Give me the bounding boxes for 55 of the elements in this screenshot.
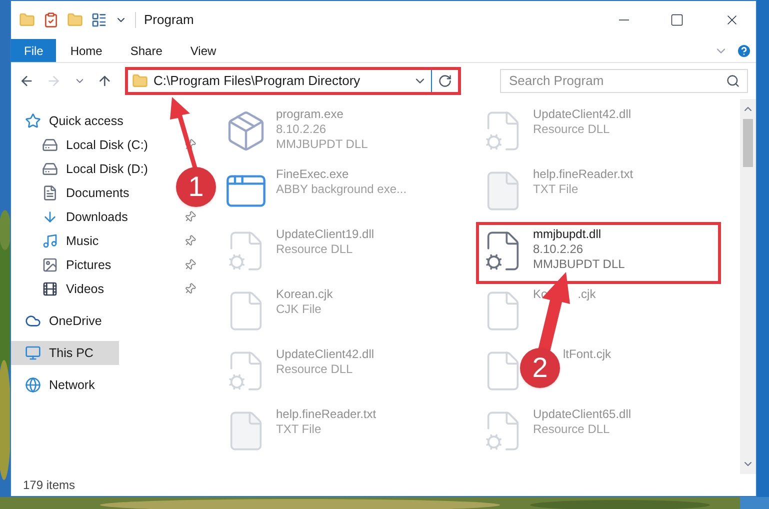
nav-item[interactable]: Quick access — [11, 109, 132, 133]
network-icon — [25, 377, 41, 393]
file-detail: TXT File — [276, 422, 322, 437]
file-detail: CJK File — [276, 302, 322, 317]
monitor-icon — [25, 345, 41, 361]
file-detail: Resource DLL — [276, 362, 354, 377]
file-detail: Resource DLL — [533, 422, 611, 437]
nav-item[interactable]: Downloads — [11, 205, 136, 229]
file-item[interactable]: mmjbupdt.dll 8.10.2.26 MMJBUPDT DLL — [477, 223, 720, 283]
nav-item[interactable]: This PC — [11, 341, 118, 365]
properties-icon[interactable] — [43, 12, 59, 28]
folder-icon — [132, 73, 148, 89]
file-detail: ABBY background exe... — [276, 182, 407, 197]
file-detail: MMJBUPDT DLL — [533, 257, 625, 272]
search-field[interactable]: Search Program — [500, 68, 748, 93]
nav-item[interactable]: Music — [11, 229, 107, 253]
nav-item[interactable]: Local Disk (D:) — [11, 157, 156, 181]
drive-icon — [42, 161, 58, 177]
ribbon-tab[interactable]: View — [176, 39, 230, 62]
nav-item[interactable]: Local Disk (C:) — [11, 133, 156, 157]
drive-icon — [42, 137, 58, 153]
nav-item[interactable]: Documents — [11, 181, 138, 205]
film-icon — [42, 281, 58, 297]
layout-icon[interactable] — [91, 12, 107, 28]
address-field[interactable]: C:\Program Files\Program Directory — [124, 67, 461, 95]
file-detail: TXT File — [533, 182, 580, 197]
file-detail: 8.10.2.26 — [533, 242, 584, 257]
nav-item[interactable]: Pictures — [11, 253, 120, 277]
music-icon — [42, 233, 58, 249]
download-icon — [42, 209, 58, 225]
scrollbar[interactable] — [740, 99, 756, 474]
file-detail: Resource DLL — [276, 242, 354, 257]
picture-icon — [42, 257, 58, 273]
file-detail: Resource DLL — [533, 122, 611, 137]
window-title: Program — [144, 11, 194, 30]
scroll-thumb[interactable] — [743, 119, 753, 167]
search-icon — [726, 74, 740, 88]
cloud-icon — [25, 313, 41, 329]
back-icon[interactable] — [19, 73, 34, 89]
nav-item[interactable]: OneDrive — [11, 309, 110, 333]
ribbon-tab[interactable]: Home — [56, 39, 116, 62]
refresh-icon[interactable] — [438, 74, 452, 88]
nav-item[interactable]: Videos — [11, 277, 112, 301]
file-name: mmjbupdt.dll — [533, 227, 602, 242]
star-icon — [25, 113, 41, 129]
document-icon — [42, 185, 58, 201]
file-tab[interactable]: File — [11, 39, 56, 62]
help-icon[interactable] — [736, 42, 752, 58]
address-path: C:\Program Files\Program Directory — [154, 72, 362, 90]
item-count: 179 items — [23, 477, 76, 494]
file-detail: 8.10.2.26 — [276, 122, 328, 137]
file-detail: MMJBUPDT DLL — [276, 137, 368, 152]
ribbon-tab[interactable]: Share — [116, 39, 176, 62]
maximize-icon[interactable] — [670, 13, 684, 27]
nav-item[interactable]: Network — [11, 373, 103, 397]
